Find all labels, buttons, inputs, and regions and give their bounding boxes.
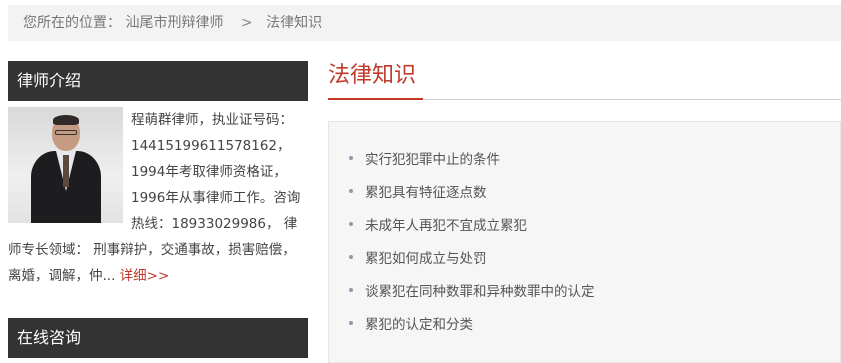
list-item: 累犯的认定和分类 <box>349 309 595 342</box>
lawyer-photo[interactable] <box>8 107 123 223</box>
breadcrumb-prefix: 您所在的位置： <box>23 15 121 31</box>
article-link[interactable]: 累犯具有特征逐点数 <box>365 185 487 201</box>
section-title-underline <box>328 98 423 100</box>
article-link[interactable]: 未成年人再犯不宜成立累犯 <box>365 218 527 234</box>
article-link[interactable]: 累犯的认定和分类 <box>365 317 473 333</box>
main-content: 法律知识 实行犯犯罪中止的条件 累犯具有特征逐点数 未成年人再犯不宜成立累犯 累… <box>328 61 841 363</box>
online-consult-header[interactable]: 在线咨询 <box>8 318 308 358</box>
article-link[interactable]: 累犯如何成立与处罚 <box>365 251 487 267</box>
more-details-link[interactable]: 详细>> <box>120 268 170 284</box>
list-item: 实行犯犯罪中止的条件 <box>349 144 595 177</box>
section-title-text: 法律知识 <box>328 63 417 88</box>
breadcrumb-home-link[interactable]: 汕尾市刑辩律师 <box>125 15 223 31</box>
sidebar: 律师介绍 程萌群律师，执业证号码：14415199611578162，1994年… <box>8 61 308 358</box>
list-item: 谈累犯在同种数罪和异种数罪中的认定 <box>349 276 595 309</box>
article-link[interactable]: 谈累犯在同种数罪和异种数罪中的认定 <box>365 284 595 300</box>
article-link[interactable]: 实行犯犯罪中止的条件 <box>365 152 500 168</box>
bullet-icon <box>349 255 353 259</box>
breadcrumb-separator: > <box>240 15 253 31</box>
bullet-icon <box>349 189 353 193</box>
bullet-icon <box>349 321 353 325</box>
bullet-icon <box>349 288 353 292</box>
lawyer-intro-header: 律师介绍 <box>8 61 308 101</box>
article-list: 实行犯犯罪中止的条件 累犯具有特征逐点数 未成年人再犯不宜成立累犯 累犯如何成立… <box>349 144 595 342</box>
breadcrumb: 您所在的位置： 汕尾市刑辩律师 > 法律知识 <box>8 5 841 41</box>
section-title: 法律知识 <box>328 61 841 100</box>
list-item: 累犯具有特征逐点数 <box>349 177 595 210</box>
article-list-panel: 实行犯犯罪中止的条件 累犯具有特征逐点数 未成年人再犯不宜成立累犯 累犯如何成立… <box>328 121 841 363</box>
list-item: 未成年人再犯不宜成立累犯 <box>349 210 595 243</box>
bullet-icon <box>349 156 353 160</box>
list-item: 累犯如何成立与处罚 <box>349 243 595 276</box>
lawyer-intro: 程萌群律师，执业证号码：14415199611578162，1994年考取律师资… <box>8 107 308 307</box>
breadcrumb-current: 法律知识 <box>266 15 323 31</box>
bullet-icon <box>349 222 353 226</box>
